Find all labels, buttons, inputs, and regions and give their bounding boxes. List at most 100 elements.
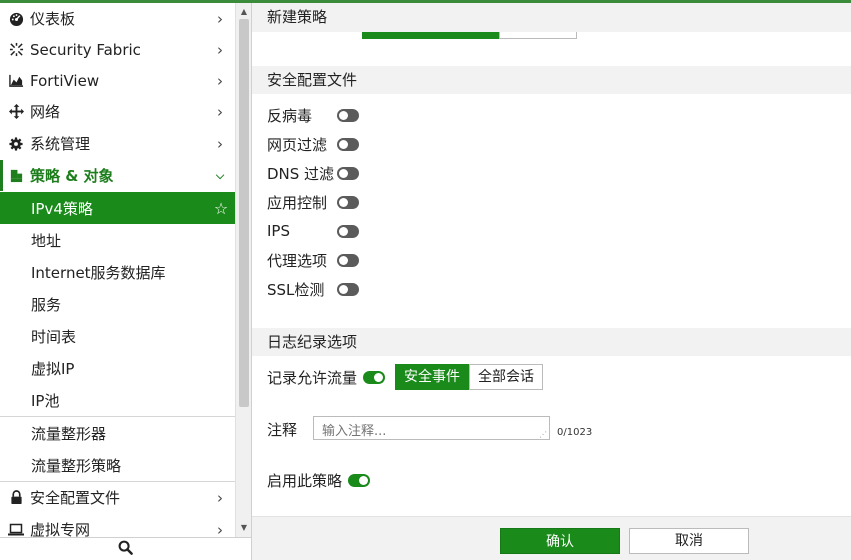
toggle-label: 反病毒: [267, 106, 313, 125]
section-header-security-profiles: 安全配置文件: [252, 66, 851, 94]
sidebar: 仪表板 › Security Fabric › FortiView › 网络 ›…: [0, 3, 252, 560]
search-icon: [118, 540, 133, 559]
dns-filter-toggle[interactable]: [337, 166, 359, 180]
ssl-inspection-toggle[interactable]: [337, 282, 359, 296]
toggle-knob: [339, 255, 348, 265]
toggle-knob: [339, 284, 348, 294]
toggle-knob: [374, 372, 384, 382]
dialog-footer: 确认 取消: [252, 516, 851, 560]
web-filter-toggle[interactable]: [337, 137, 359, 151]
app-window: 仪表板 › Security Fabric › FortiView › 网络 ›…: [0, 0, 851, 560]
toggle-label: 代理选项: [267, 251, 328, 270]
sidebar-item-label: Internet服务数据库: [31, 264, 166, 282]
laptop-icon: [8, 522, 24, 538]
chevron-right-icon: ›: [217, 488, 223, 507]
sidebar-item-ipv4-policy[interactable]: IPv4策略 ☆: [0, 192, 235, 224]
chevron-right-icon: ›: [217, 134, 223, 153]
enable-policy-row: 启用此策略: [267, 469, 371, 491]
antivirus-toggle[interactable]: [337, 108, 359, 122]
toggle-knob: [339, 197, 348, 207]
star-favorite-icon[interactable]: ☆: [213, 199, 229, 218]
sidebar-item-traffic-shaping-policy[interactable]: 流量整形策略: [0, 450, 235, 481]
sidebar-item-system[interactable]: 系统管理 ›: [0, 128, 235, 159]
policy-objects-icon: [8, 168, 24, 184]
toggle-knob: [359, 475, 369, 485]
log-mode-segmented-control: 安全事件 全部会话: [395, 364, 544, 390]
sidebar-item-label: 服务: [31, 296, 62, 314]
chevron-right-icon: ›: [217, 9, 223, 28]
sidebar-item-label: 策略 & 对象: [30, 167, 114, 185]
log-allowed-traffic-toggle[interactable]: [363, 370, 386, 384]
page-title: 新建策略: [252, 3, 851, 32]
sidebar-item-virtual-ip[interactable]: 虚拟IP: [0, 353, 235, 384]
cancel-button[interactable]: 取消: [629, 528, 749, 554]
sidebar-item-security-profiles[interactable]: 安全配置文件 ›: [0, 482, 235, 513]
toggle-row-ips: IPS: [267, 220, 359, 242]
resize-grip-icon[interactable]: ⋰: [539, 430, 548, 439]
proxy-options-toggle[interactable]: [337, 253, 359, 267]
sidebar-nav: 仪表板 › Security Fabric › FortiView › 网络 ›…: [0, 3, 235, 537]
sidebar-item-security-fabric[interactable]: Security Fabric ›: [0, 34, 235, 65]
toggle-label: SSL检测: [267, 280, 325, 299]
sidebar-item-services[interactable]: 服务: [0, 289, 235, 320]
sidebar-item-ip-pool[interactable]: IP池: [0, 385, 235, 416]
sidebar-item-schedules[interactable]: 时间表: [0, 321, 235, 352]
chevron-right-icon: ›: [217, 71, 223, 90]
gear-icon: [8, 136, 24, 152]
chevron-right-icon: ›: [217, 40, 223, 59]
log-all-sessions-button[interactable]: 全部会话: [469, 364, 544, 390]
sidebar-search-button[interactable]: [0, 537, 251, 560]
sidebar-item-label: 网络: [30, 103, 61, 121]
application-control-toggle[interactable]: [337, 195, 359, 209]
chevron-down-icon: ⌵: [215, 168, 225, 182]
network-move-icon: [8, 104, 24, 120]
chevron-right-icon: ›: [217, 520, 223, 538]
toggle-knob: [339, 168, 348, 178]
enable-policy-toggle[interactable]: [348, 473, 371, 487]
sidebar-item-traffic-shapers[interactable]: 流量整形器: [0, 418, 235, 449]
sidebar-item-label: FortiView: [30, 71, 100, 90]
toggle-row-ssl-inspection: SSL检测: [267, 278, 359, 300]
sidebar-item-label: 虚拟专网: [30, 521, 91, 537]
scroll-down-arrow-icon[interactable]: ▼: [236, 521, 252, 535]
sidebar-item-policy-objects[interactable]: 策略 & 对象 ⌵: [0, 160, 235, 191]
comment-input[interactable]: [313, 416, 550, 440]
sidebar-item-label: 仪表板: [30, 10, 76, 28]
sidebar-item-label: 安全配置文件: [30, 489, 121, 507]
sidebar-item-label: 流量整形器: [31, 425, 107, 443]
sidebar-item-internet-service-db[interactable]: Internet服务数据库: [0, 257, 235, 288]
fortiview-chart-icon: [8, 73, 24, 89]
comment-label: 注释: [267, 421, 298, 439]
toggle-label: 应用控制: [267, 193, 328, 212]
toggle-row-web-filter: 网页过滤: [267, 133, 359, 155]
enable-policy-label: 启用此策略: [267, 471, 343, 490]
toggle-row-antivirus: 反病毒: [267, 104, 359, 126]
sidebar-item-vpn[interactable]: 虚拟专网 ›: [0, 514, 235, 537]
sidebar-item-network[interactable]: 网络 ›: [0, 96, 235, 127]
sidebar-item-fortiview[interactable]: FortiView ›: [0, 65, 235, 96]
sidebar-item-label: 时间表: [31, 328, 77, 346]
log-allowed-label: 记录允许流量: [267, 368, 358, 387]
comment-char-counter: 0/1023: [557, 427, 593, 438]
sidebar-divider: [0, 416, 235, 417]
toggle-label: IPS: [267, 222, 290, 240]
sidebar-item-dashboard[interactable]: 仪表板 ›: [0, 3, 235, 34]
sidebar-item-address[interactable]: 地址: [0, 225, 235, 256]
toggle-label: DNS 过滤: [267, 164, 335, 183]
log-security-events-button[interactable]: 安全事件: [395, 364, 470, 390]
toggle-knob: [339, 139, 348, 149]
scroll-up-arrow-icon[interactable]: ▲: [236, 5, 252, 19]
ips-toggle[interactable]: [337, 224, 359, 238]
scrollbar-thumb[interactable]: [239, 19, 249, 407]
toggle-label: 网页过滤: [267, 135, 328, 154]
sidebar-item-label: 地址: [31, 232, 62, 250]
sidebar-item-label: Security Fabric: [30, 40, 141, 59]
ok-button[interactable]: 确认: [500, 528, 620, 554]
toggle-row-application-control: 应用控制: [267, 191, 359, 213]
toggle-knob: [339, 110, 348, 120]
main-panel: 新建策略 安全配置文件 反病毒 网页过滤 DNS 过滤 应用控制 IPS 代理选…: [252, 3, 851, 560]
chevron-right-icon: ›: [217, 102, 223, 121]
sidebar-item-label: 系统管理: [30, 135, 91, 153]
sidebar-scrollbar[interactable]: ▲ ▼: [235, 3, 251, 537]
sidebar-item-label: 流量整形策略: [31, 457, 122, 475]
